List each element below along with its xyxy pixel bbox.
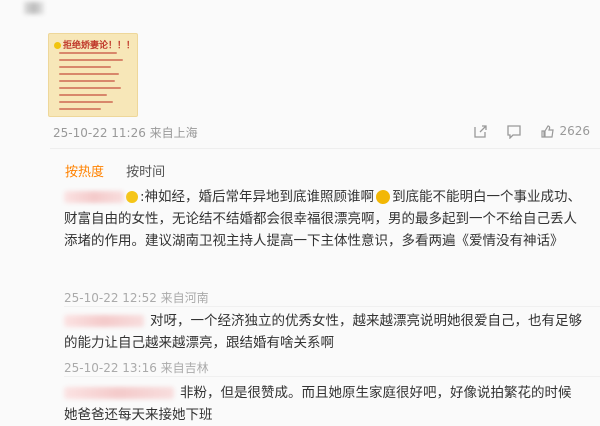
- tab-hot[interactable]: 按热度: [65, 165, 104, 180]
- divider: [50, 148, 600, 149]
- comment-1: :神如经，婚后常年异地到底谁照顾谁啊 到底能不能明白一个事业成功、财富自由的女性，…: [64, 189, 582, 249]
- divider: [64, 306, 600, 307]
- divider: [64, 376, 600, 377]
- smile-emoji-icon: [376, 190, 391, 204]
- post-image-thumbnail[interactable]: 拒绝娇妻论！！！: [48, 33, 138, 117]
- sort-tabs: 按热度 按时间: [65, 161, 165, 180]
- comment-1-meta: 25-10-22 12:52 来自河南: [64, 291, 209, 305]
- like-count: 2626: [559, 124, 590, 138]
- tab-time[interactable]: 按时间: [126, 165, 165, 180]
- like-button[interactable]: 2626: [540, 124, 590, 139]
- thumbs-up-icon: [541, 124, 555, 138]
- blurred-username[interactable]: [64, 315, 144, 327]
- comment-2: 对呀，一个经济独立的优秀女性，越来越漂亮说明她很爱自己，也有足够的能力让自己越来…: [64, 313, 582, 351]
- emoji-icon: [126, 191, 138, 203]
- comment-2-meta: 25-10-22 13:16 来自吉林: [64, 361, 209, 375]
- blurred-username: [24, 2, 44, 14]
- post-actions: 2626: [473, 122, 590, 140]
- comment-icon[interactable]: [506, 124, 522, 139]
- sun-icon: [54, 42, 61, 49]
- post-meta: 25-10-22 11:26 来自上海: [53, 126, 198, 140]
- blurred-username[interactable]: [64, 387, 174, 399]
- share-icon[interactable]: [473, 124, 488, 139]
- post-image-title: 拒绝娇妻论！！！: [54, 38, 135, 51]
- blurred-username[interactable]: [64, 191, 124, 203]
- comment-3: 非粉，但是很赞成。而且她原生家庭很好吧，好像说拍繁花的时候她爸爸还每天来接她下班: [64, 385, 572, 423]
- header-area: [0, 0, 600, 30]
